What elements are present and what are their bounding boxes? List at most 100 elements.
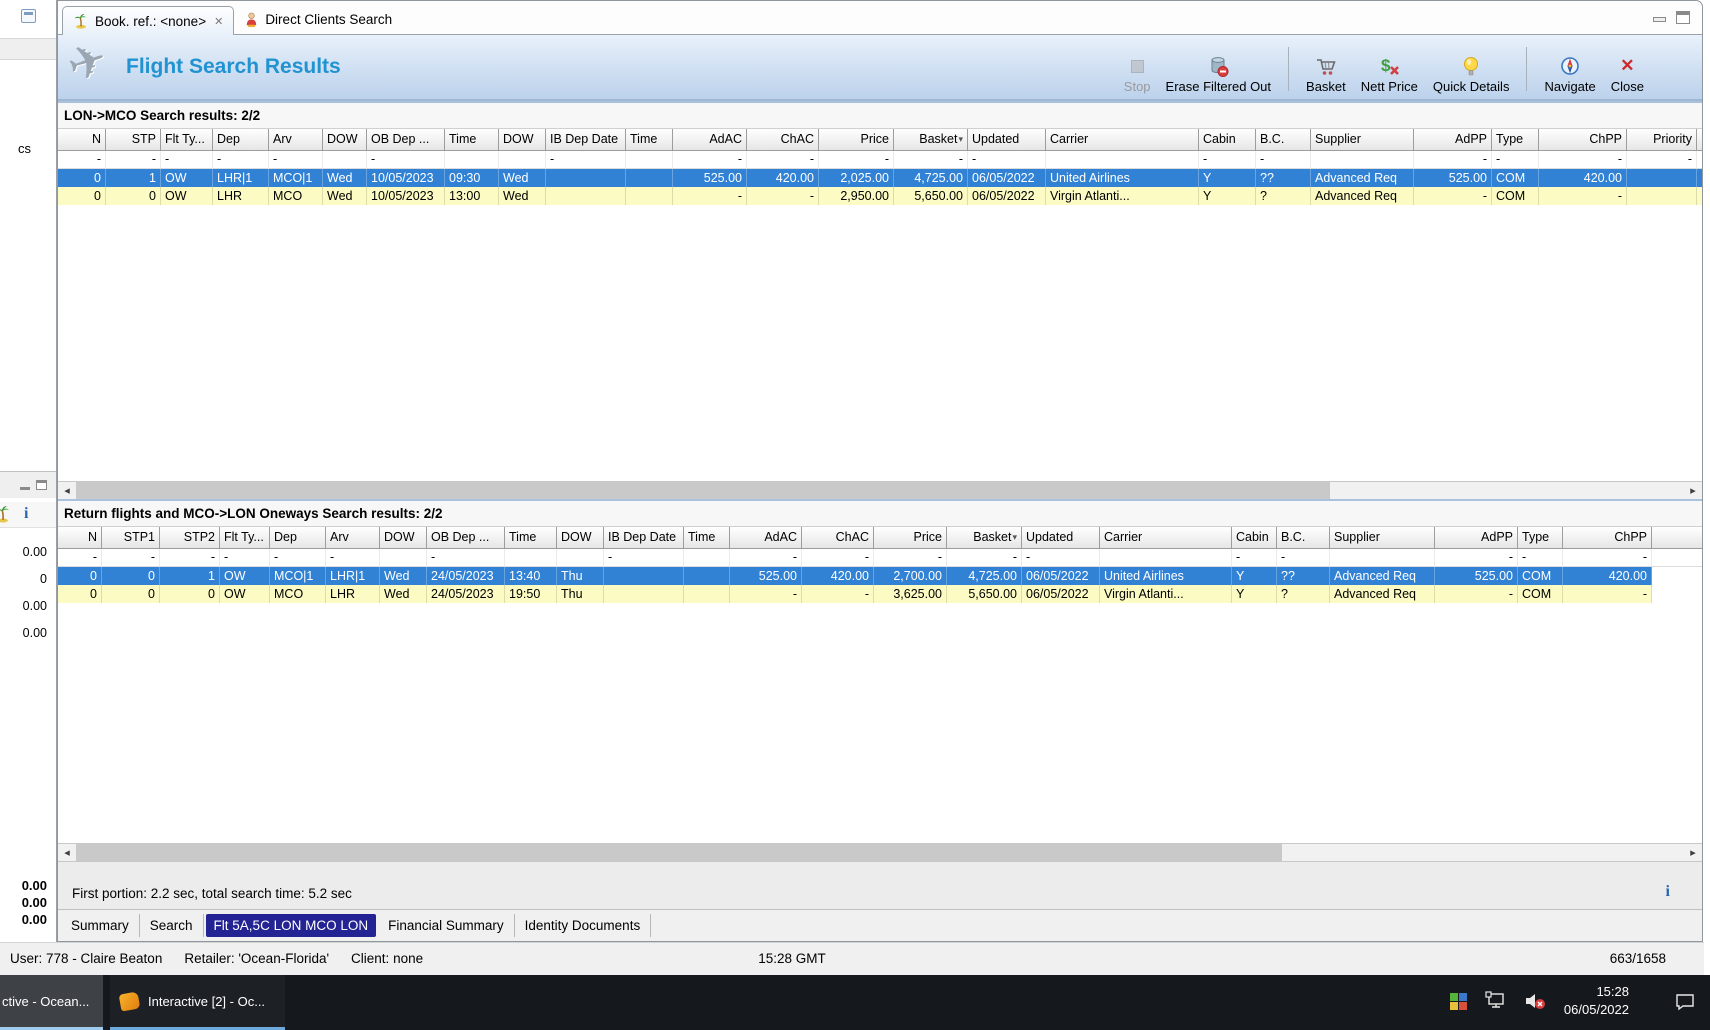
column-header-supplier[interactable]: Supplier: [1330, 527, 1435, 549]
column-header-time[interactable]: Time: [445, 129, 499, 151]
column-header-chpp[interactable]: ChPP: [1563, 527, 1652, 549]
minimize-icon[interactable]: [20, 486, 30, 490]
taskbar-button-ocean[interactable]: ctive - Ocean...: [0, 975, 103, 1027]
navigate-button[interactable]: Navigate: [1544, 39, 1596, 97]
bottom-tab-flt-5a-5c-lon-mco-lon[interactable]: Flt 5A,5C LON MCO LON: [205, 914, 377, 937]
filter-cell[interactable]: [557, 549, 604, 566]
column-header-time[interactable]: Time: [684, 527, 730, 549]
column-header-dow[interactable]: DOW: [323, 129, 367, 151]
inbound-filter-row[interactable]: ------------------: [58, 549, 1702, 567]
column-header-ib-dep-date[interactable]: IB Dep Date: [604, 527, 684, 549]
column-header-adac[interactable]: AdAC: [673, 129, 747, 151]
column-header-ob-dep-[interactable]: OB Dep ...: [367, 129, 445, 151]
column-header-adac[interactable]: AdAC: [730, 527, 802, 549]
filter-cell[interactable]: -: [604, 549, 684, 566]
column-header-stp2[interactable]: STP2: [160, 527, 220, 549]
bottom-tab-search[interactable]: Search: [140, 914, 204, 937]
filter-cell[interactable]: -: [160, 549, 220, 566]
filter-cell[interactable]: -: [1539, 151, 1627, 168]
column-header-chac[interactable]: ChAC: [747, 129, 819, 151]
filter-cell[interactable]: [323, 151, 367, 168]
inbound-horizontal-scrollbar[interactable]: ◂ ▸: [58, 843, 1702, 861]
erase-filtered-out-button[interactable]: Erase Filtered Out: [1166, 39, 1271, 97]
filter-cell[interactable]: -: [968, 151, 1046, 168]
filter-cell[interactable]: -: [220, 549, 270, 566]
filter-cell[interactable]: -: [747, 151, 819, 168]
scrollbar-thumb[interactable]: [76, 844, 1282, 861]
column-header-priority[interactable]: Priority: [1627, 129, 1697, 151]
nett-price-button[interactable]: $ Nett Price: [1361, 39, 1418, 97]
column-header-supplier[interactable]: Supplier: [1311, 129, 1414, 151]
column-header-n[interactable]: N: [58, 129, 106, 151]
filter-cell[interactable]: -: [1256, 151, 1311, 168]
filter-cell[interactable]: -: [161, 151, 213, 168]
column-header-basket[interactable]: Basket▾: [894, 129, 968, 151]
filter-cell[interactable]: [445, 151, 499, 168]
column-header-updated[interactable]: Updated: [968, 129, 1046, 151]
outbound-filter-row[interactable]: ------------------: [58, 151, 1702, 169]
minimize-view-icon[interactable]: [21, 9, 36, 23]
filter-cell[interactable]: -: [546, 151, 626, 168]
column-header-cabin[interactable]: Cabin: [1232, 527, 1277, 549]
filter-cell[interactable]: -: [213, 151, 269, 168]
filter-cell[interactable]: -: [1518, 549, 1563, 566]
avg-grid-icon[interactable]: [1449, 992, 1467, 1010]
minimize-icon[interactable]: [1653, 17, 1666, 22]
filter-cell[interactable]: -: [802, 549, 874, 566]
info-icon[interactable]: i: [1666, 883, 1670, 901]
notification-bubble-icon[interactable]: [1674, 992, 1696, 1011]
filter-cell[interactable]: -: [269, 151, 323, 168]
scrollbar-thumb[interactable]: [76, 482, 1331, 499]
filter-cell[interactable]: [626, 151, 673, 168]
inbound-result-row[interactable]: 0 0 1 OW MCO|1 LHR|1 Wed 24/05/2023 13:40 Thu 525.…: [58, 567, 1652, 585]
column-header-time[interactable]: Time: [505, 527, 557, 549]
filter-cell[interactable]: -: [58, 151, 106, 168]
column-header-chac[interactable]: ChAC: [802, 527, 874, 549]
filter-cell[interactable]: -: [367, 151, 445, 168]
filter-cell[interactable]: -: [730, 549, 802, 566]
filter-cell[interactable]: [499, 151, 546, 168]
filter-cell[interactable]: -: [1199, 151, 1256, 168]
column-header-ib-dep-date[interactable]: IB Dep Date: [546, 129, 626, 151]
filter-cell[interactable]: -: [1277, 549, 1330, 566]
filter-cell[interactable]: -: [894, 151, 968, 168]
outbound-result-row[interactable]: 0 0 OW LHR MCO Wed 10/05/2023 13:00 Wed - -2,950.0…: [58, 187, 1702, 205]
filter-cell[interactable]: -: [106, 151, 161, 168]
bottom-tab-summary[interactable]: Summary: [61, 914, 140, 937]
column-header-cabin[interactable]: Cabin: [1199, 129, 1256, 151]
column-header-basket[interactable]: Basket▾: [947, 527, 1022, 549]
column-header-updated[interactable]: Updated: [1022, 527, 1100, 549]
bottom-tab-financial-summary[interactable]: Financial Summary: [378, 914, 515, 937]
outbound-horizontal-scrollbar[interactable]: ◂ ▸: [58, 481, 1702, 499]
column-header-stp1[interactable]: STP1: [102, 527, 160, 549]
column-header-arv[interactable]: Arv: [269, 129, 323, 151]
filter-cell[interactable]: [380, 549, 427, 566]
column-header-dow[interactable]: DOW: [380, 527, 427, 549]
filter-cell[interactable]: -: [1563, 549, 1652, 566]
filter-cell[interactable]: -: [874, 549, 947, 566]
close-button[interactable]: ✕ Close: [1611, 39, 1644, 97]
column-header-dow[interactable]: DOW: [499, 129, 546, 151]
filter-cell[interactable]: [1100, 549, 1232, 566]
filter-cell[interactable]: -: [1627, 151, 1697, 168]
quick-details-button[interactable]: Quick Details: [1433, 39, 1509, 97]
scroll-left-icon[interactable]: ◂: [58, 844, 76, 861]
filter-cell[interactable]: -: [947, 549, 1022, 566]
basket-button[interactable]: Basket: [1306, 39, 1346, 97]
column-header-price[interactable]: Price: [874, 527, 947, 549]
close-icon[interactable]: ✕: [214, 15, 223, 28]
column-header-dep[interactable]: Dep: [270, 527, 326, 549]
column-header-flt-ty-[interactable]: Flt Ty...: [220, 527, 270, 549]
column-header-ob-dep-[interactable]: OB Dep ...: [427, 527, 505, 549]
column-header-type[interactable]: Type: [1518, 527, 1563, 549]
filter-cell[interactable]: [684, 549, 730, 566]
bottom-tab-identity-documents[interactable]: Identity Documents: [515, 914, 652, 937]
column-header-chpp[interactable]: ChPP: [1539, 129, 1627, 151]
tab-direct-clients-search[interactable]: Direct Clients Search: [234, 5, 402, 34]
tab-booking-ref[interactable]: Book. ref.: <none> ✕: [62, 6, 235, 35]
column-header-dep[interactable]: Dep: [213, 129, 269, 151]
inbound-result-row[interactable]: 0 0 0 OW MCO LHR Wed 24/05/2023 19:50 Thu - -3,625.…: [58, 585, 1652, 603]
maximize-icon[interactable]: [36, 480, 47, 490]
filter-cell[interactable]: [1046, 151, 1199, 168]
filter-cell[interactable]: -: [270, 549, 326, 566]
